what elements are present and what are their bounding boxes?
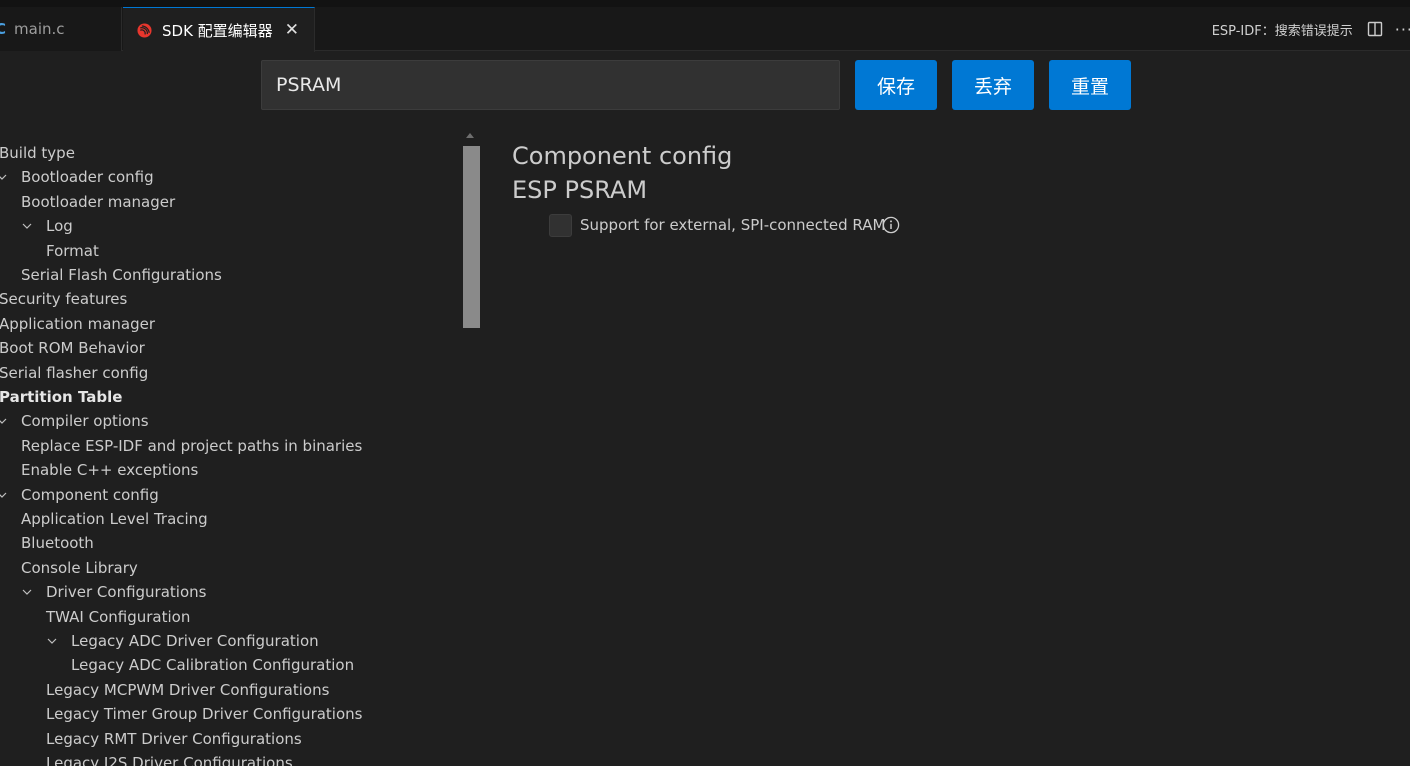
- tree-item-label: Driver Configurations: [46, 583, 207, 601]
- tree-item-label: Partition Table: [0, 388, 123, 406]
- tree-item-label: Format: [46, 242, 99, 260]
- tree-item-label: Bootloader manager: [21, 193, 176, 211]
- save-button[interactable]: 保存: [855, 60, 937, 110]
- tree-scrollbar-thumb[interactable]: [463, 146, 480, 328]
- chevron-down-icon[interactable]: [45, 629, 59, 662]
- discard-button[interactable]: 丢弃: [952, 60, 1034, 110]
- c-file-icon: C: [0, 20, 7, 38]
- reset-button[interactable]: 重置: [1049, 60, 1131, 110]
- psram-support-checkbox[interactable]: [549, 214, 572, 237]
- tree-item-label: Component config: [21, 486, 159, 504]
- tab-main-c-label: main.c: [14, 20, 65, 38]
- tree-item-label: Legacy ADC Driver Configuration: [71, 632, 319, 650]
- espressif-logo-icon: [137, 22, 152, 38]
- config-tree: Build type Bootloader config Bootloader ma…: [0, 141, 450, 766]
- close-icon[interactable]: ✕: [285, 20, 299, 40]
- esp-idf-search-error-hint-button[interactable]: ESP-IDF：搜索错误提示: [1212, 20, 1353, 39]
- tree-item-label: Replace ESP-IDF and project paths in bin…: [21, 437, 363, 455]
- search-input[interactable]: [261, 60, 840, 110]
- tree-item-label: Bluetooth: [21, 534, 94, 552]
- tree-item-label: Legacy Timer Group Driver Configurations: [46, 705, 363, 723]
- tree-item-label: Application Level Tracing: [21, 510, 208, 528]
- tabbar-actions: ESP-IDF：搜索错误提示 ···: [1212, 7, 1410, 51]
- tree-item-label: Serial flasher config: [0, 364, 149, 382]
- tree-item-label: TWAI Configuration: [46, 608, 191, 626]
- tree-item-label: Security features: [0, 290, 128, 308]
- tree-item-label: Enable C++ exceptions: [21, 461, 199, 479]
- chevron-down-icon[interactable]: [0, 409, 9, 442]
- tree-item-label: Bootloader config: [21, 168, 154, 186]
- editor-tab-bar: C main.c SDK 配置编辑器 ✕ ESP-IDF：搜索错误提示 ···: [0, 0, 1410, 52]
- tree-item-label: Legacy ADC Calibration Configuration: [71, 656, 355, 674]
- chevron-down-icon[interactable]: [0, 165, 9, 198]
- info-icon[interactable]: [882, 216, 900, 234]
- chevron-down-icon[interactable]: [20, 214, 34, 247]
- tree-item-label: Log: [46, 217, 73, 235]
- tree-item-label: Console Library: [21, 559, 138, 577]
- split-editor-icon[interactable]: [1367, 21, 1383, 37]
- tree-item-label: Application manager: [0, 315, 155, 333]
- tree-item-label: Build type: [0, 144, 75, 162]
- tree-item-label: Legacy MCPWM Driver Configurations: [46, 681, 330, 699]
- section-title: Component config: [512, 142, 733, 170]
- tree-item-label: Boot ROM Behavior: [0, 339, 145, 357]
- more-actions-icon[interactable]: ···: [1395, 20, 1410, 39]
- section-subtitle: ESP PSRAM: [512, 176, 648, 204]
- tree-item-label: Legacy I2S Driver Configurations: [46, 754, 293, 766]
- tree-item-label: Serial Flash Configurations: [21, 266, 222, 284]
- tab-sdk-config-editor-label: SDK 配置编辑器: [162, 21, 273, 40]
- tree-item-label: Legacy RMT Driver Configurations: [46, 730, 302, 748]
- tab-main-c[interactable]: C main.c: [0, 7, 122, 51]
- tree-item-label: Compiler options: [21, 412, 149, 430]
- scroll-up-arrow-icon[interactable]: [466, 133, 474, 138]
- tab-sdk-config-editor[interactable]: SDK 配置编辑器 ✕: [123, 7, 315, 52]
- chevron-down-icon[interactable]: [0, 483, 9, 516]
- chevron-down-icon[interactable]: [20, 580, 34, 613]
- psram-support-label: Support for external, SPI-connected RAM: [580, 216, 886, 234]
